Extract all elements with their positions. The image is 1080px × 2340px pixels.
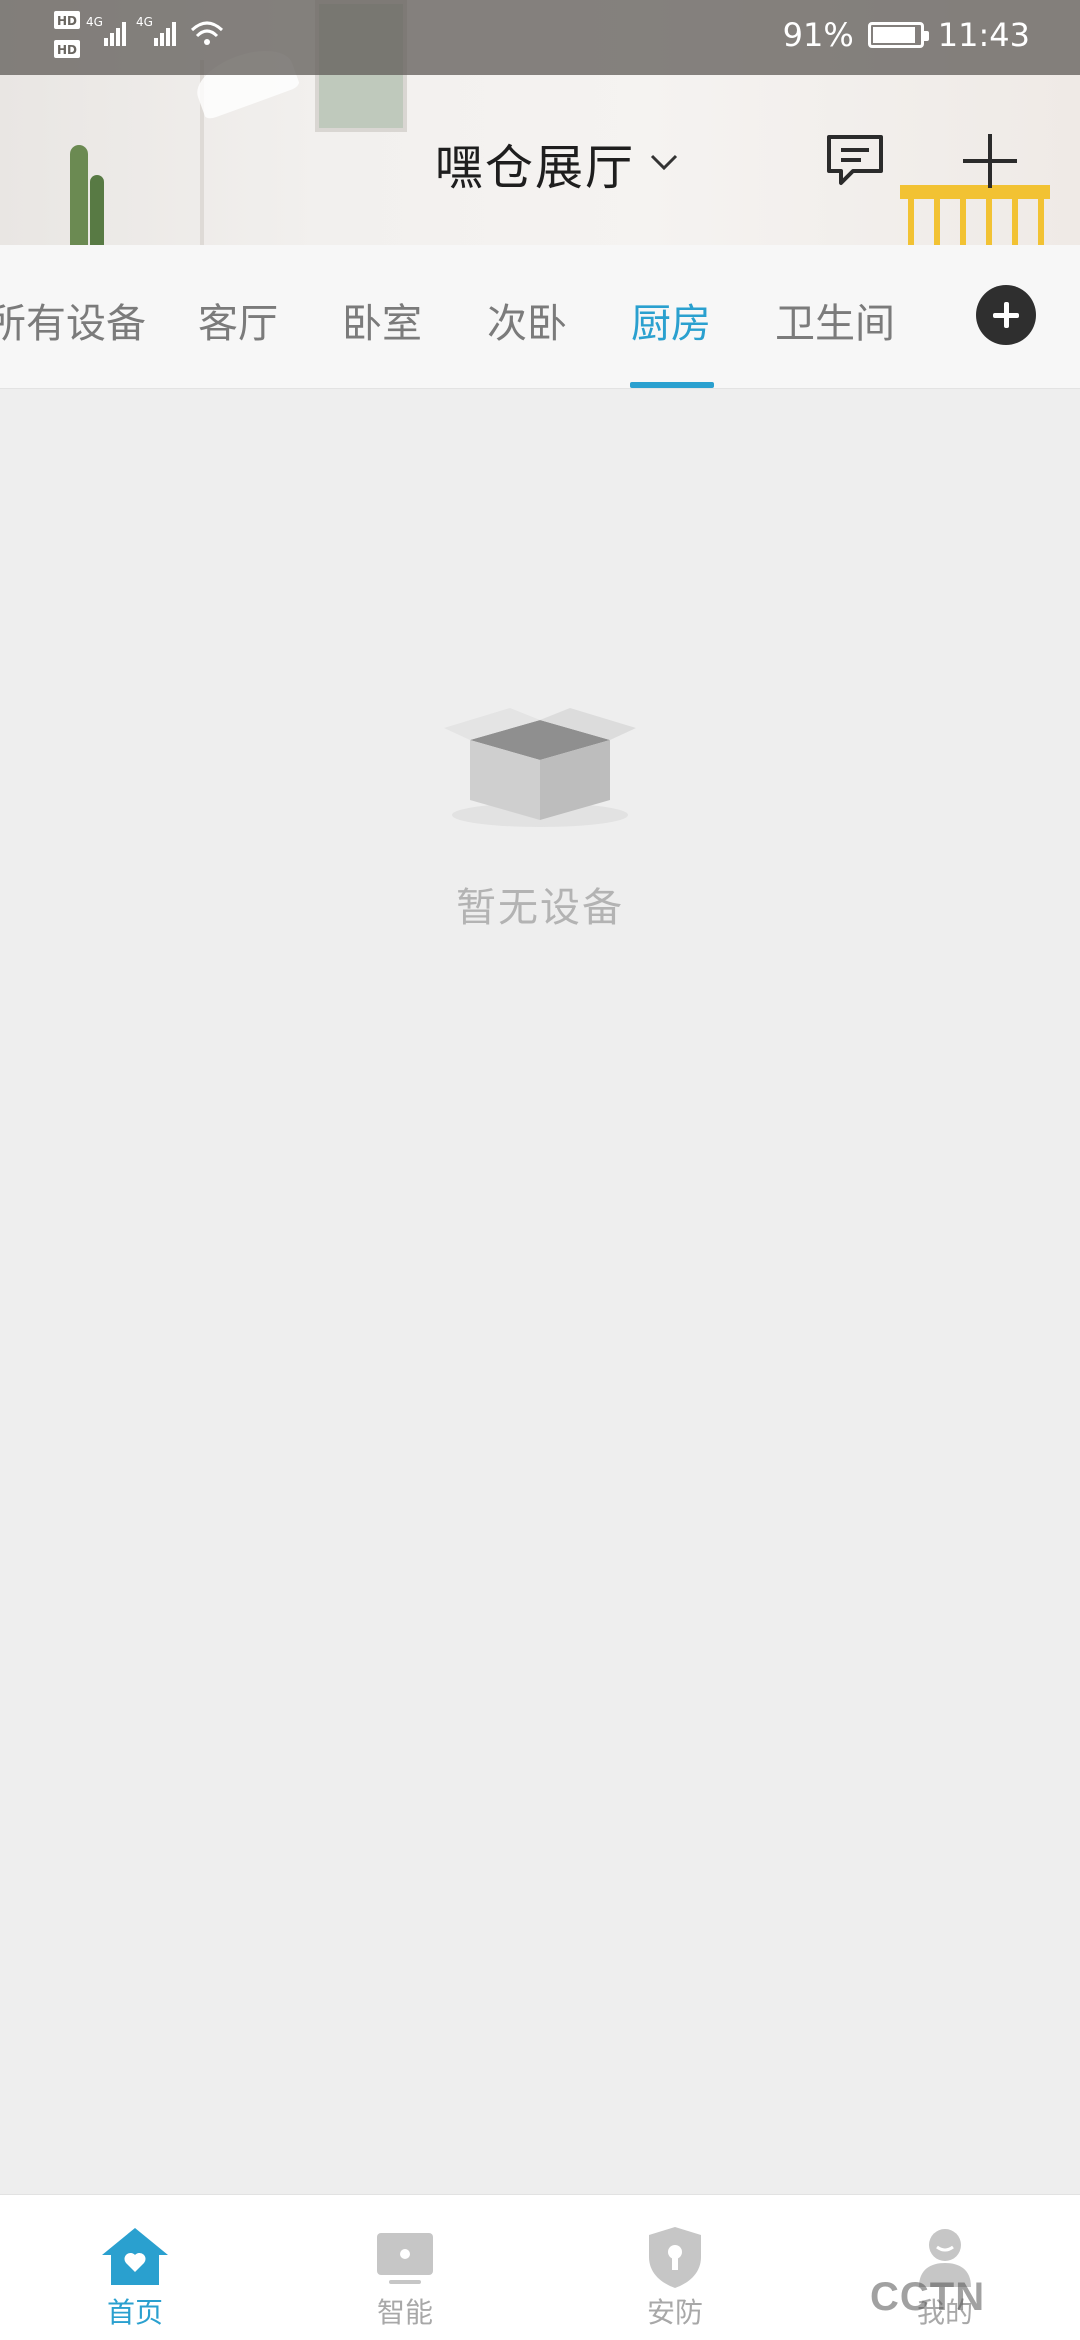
- tab-all-devices[interactable]: 所有设备: [0, 291, 146, 349]
- home-selector[interactable]: 嘿仓展厅: [435, 128, 679, 198]
- nav-smart-label: 智能: [376, 2296, 433, 2329]
- signal-icon: HD HD 4G 4G: [54, 11, 224, 58]
- tab-active-indicator: [630, 382, 714, 388]
- message-icon[interactable]: [825, 133, 885, 189]
- watermark: CCTN: [870, 2275, 986, 2319]
- svg-text:4G: 4G: [136, 15, 153, 29]
- nav-smart[interactable]: 智能: [305, 2195, 505, 2340]
- empty-box-icon: [444, 708, 636, 827]
- background-yellow-chair: [900, 185, 1050, 245]
- plus-icon[interactable]: [960, 131, 1020, 191]
- room-tabs: 所有设备 客厅 卧室 次卧 厨房 卫生间: [0, 245, 1080, 389]
- smart-icon: [377, 2233, 433, 2284]
- status-right-group: 91% 11:43: [783, 16, 1030, 54]
- background-cactus-small: [90, 175, 104, 245]
- status-bar: HD HD 4G 4G 91% 11:43: [0, 0, 1080, 75]
- tab-second-bedroom[interactable]: 次卧: [487, 291, 567, 349]
- empty-state-text: 暂无设备: [456, 885, 624, 931]
- home-icon: [102, 2228, 168, 2285]
- header: HD HD 4G 4G 91% 11:43 嘿仓展厅: [0, 0, 1080, 245]
- battery-percent: 91%: [782, 16, 854, 54]
- nav-security[interactable]: 安防: [575, 2195, 775, 2340]
- nav-security-label: 安防: [646, 2296, 703, 2329]
- background-cactus: [70, 145, 88, 245]
- security-shield-icon: [649, 2227, 701, 2288]
- tab-kitchen[interactable]: 厨房: [631, 291, 711, 349]
- svg-text:HD: HD: [57, 43, 77, 57]
- nav-home[interactable]: 首页: [35, 2195, 235, 2340]
- tab-bedroom[interactable]: 卧室: [342, 291, 422, 349]
- nav-home-label: 首页: [106, 2296, 163, 2329]
- status-signal-group: HD HD 4G 4G: [52, 8, 242, 68]
- svg-text:4G: 4G: [86, 15, 103, 29]
- tab-bathroom[interactable]: 卫生间: [775, 291, 895, 349]
- page-title: 嘿仓展厅: [435, 140, 636, 196]
- add-room-button[interactable]: [976, 285, 1036, 345]
- tab-living-room[interactable]: 客厅: [198, 291, 278, 349]
- clock: 11:43: [937, 16, 1030, 54]
- battery-icon: [867, 22, 929, 48]
- chevron-down-icon: [650, 154, 678, 171]
- svg-text:HD: HD: [57, 14, 77, 28]
